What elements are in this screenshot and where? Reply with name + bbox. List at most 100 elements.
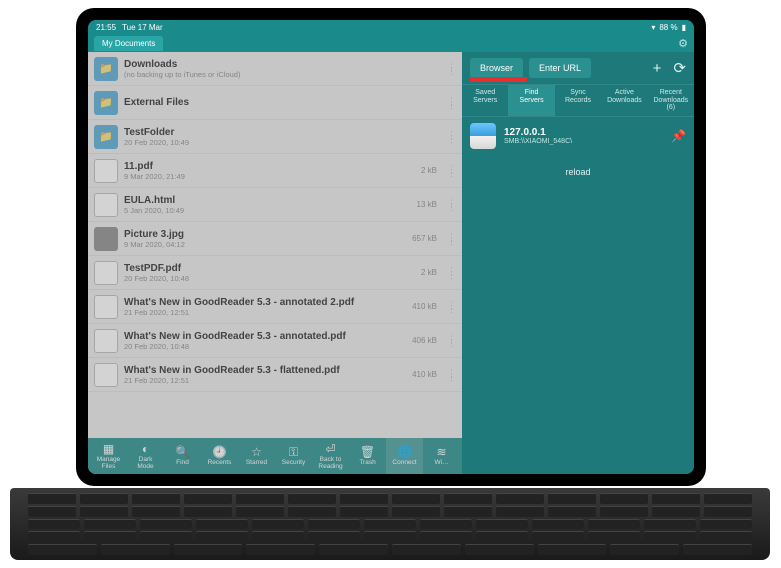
drag-handle-icon[interactable]: ⋮⋮ [447, 99, 456, 107]
file-row[interactable]: What's New in GoodReader 5.3 - flattened… [88, 358, 462, 392]
drag-handle-icon[interactable]: ⋮⋮ [447, 337, 456, 345]
server-row[interactable]: 127.0.0.1 SMB:\\XIAOMI_548C\ 📌 [462, 117, 694, 155]
keyboard-row [28, 519, 752, 530]
file-name: TestFolder [124, 127, 431, 138]
keyboard-key [610, 544, 679, 555]
file-subtitle: 9 Mar 2020, 04:12 [124, 240, 406, 249]
drag-handle-icon[interactable]: ⋮⋮ [447, 201, 456, 209]
toolbar-label: Trash [359, 459, 375, 466]
keyboard-key [236, 506, 284, 517]
star-icon: ☆ [251, 446, 262, 458]
server-title: 127.0.0.1 [504, 127, 663, 138]
toolbar-wi-[interactable]: ≋Wi… [423, 438, 460, 474]
tab-my-documents[interactable]: My Documents [94, 36, 163, 51]
enter-url-button[interactable]: Enter URL [529, 58, 591, 78]
drag-handle-icon[interactable]: ⋮⋮ [447, 371, 456, 379]
keyboard-key [496, 506, 544, 517]
keyboard-key [548, 493, 596, 504]
bottom-toolbar: ▦Manage Files◐Dark Mode🔍Find🕘Recents☆Sta… [88, 438, 462, 474]
drag-handle-icon[interactable]: ⋮⋮ [447, 269, 456, 277]
folder-icon: 📁 [94, 125, 118, 149]
keyboard-key [444, 493, 492, 504]
keyboard-key [319, 544, 388, 555]
drag-handle-icon[interactable]: ⋮⋮ [447, 167, 456, 175]
toolbar-connect[interactable]: 🌐Connect [386, 438, 423, 474]
file-row[interactable]: 11.pdf9 Mar 2020, 21:492 kB⋮⋮ [88, 154, 462, 188]
file-row[interactable]: EULA.html5 Jan 2020, 10:4913 kB⋮⋮ [88, 188, 462, 222]
toolbar-back-to-reading[interactable]: ⏎Back to Reading [312, 438, 349, 474]
file-row[interactable]: What's New in GoodReader 5.3 - annotated… [88, 290, 462, 324]
toolbar-label: Dark Mode [137, 456, 153, 470]
toolbar-find[interactable]: 🔍Find [164, 438, 201, 474]
table-icon: ▦ [103, 443, 114, 455]
keyboard-key [420, 531, 472, 542]
keyboard-key [252, 531, 304, 542]
refresh-icon[interactable]: ⟳ [673, 59, 686, 77]
keyboard-key [644, 519, 696, 530]
toolbar-trash[interactable]: 🗑Trash [349, 438, 386, 474]
tab-recent-downloads[interactable]: Recent Downloads (6) [648, 85, 694, 116]
toolbar-manage-files[interactable]: ▦Manage Files [90, 438, 127, 474]
trash-icon: 🗑 [360, 446, 375, 458]
pin-icon[interactable]: 📌 [671, 129, 686, 143]
file-name: What's New in GoodReader 5.3 - annotated… [124, 331, 406, 342]
keyboard-key [588, 531, 640, 542]
keyboard-key [84, 519, 136, 530]
keyboard-key [340, 493, 388, 504]
toolbar-recents[interactable]: 🕘Recents [201, 438, 238, 474]
file-row[interactable]: 📁 TestFolder20 Feb 2020, 10:49 ⋮⋮ [88, 120, 462, 154]
toolbar-dark-mode[interactable]: ◐Dark Mode [127, 438, 164, 474]
tab-active-downloads[interactable]: Active Downloads [601, 85, 647, 116]
toolbar-label: Starred [246, 459, 267, 466]
file-row[interactable]: 📁Downloads(no backing up to iTunes or iC… [88, 52, 462, 86]
file-row[interactable]: 📁External Files⋮⋮ [88, 86, 462, 120]
document-tab-bar: My Documents ⚙ [88, 34, 694, 52]
keyboard-key [340, 506, 388, 517]
browser-button[interactable]: Browser [470, 58, 523, 78]
document-icon [94, 261, 118, 285]
tab-saved-servers[interactable]: Saved Servers [462, 85, 508, 116]
keyboard-key [392, 544, 461, 555]
highlight-underline [470, 77, 527, 82]
settings-icon[interactable]: ⚙ [678, 37, 688, 50]
keyboard-key [28, 544, 97, 555]
moon-icon: ◐ [142, 443, 149, 455]
file-list[interactable]: 📁Downloads(no backing up to iTunes or iC… [88, 52, 462, 438]
file-subtitle: 9 Mar 2020, 21:49 [124, 172, 415, 181]
keyboard-key [184, 493, 232, 504]
drag-handle-icon[interactable]: ⋮⋮ [447, 303, 456, 311]
reload-button[interactable]: reload [462, 155, 694, 189]
drag-handle-icon[interactable]: ⋮⋮ [447, 65, 456, 73]
keyboard-key [392, 506, 440, 517]
tab-find-servers[interactable]: Find Servers [508, 85, 554, 116]
file-row[interactable]: Picture 3.jpg9 Mar 2020, 04:12657 kB⋮⋮ [88, 222, 462, 256]
keyboard-key [28, 531, 80, 542]
file-name: 11.pdf [124, 161, 415, 172]
tab-sync-records[interactable]: Sync Records [555, 85, 601, 116]
search-icon: 🔍 [175, 446, 190, 458]
file-size: 406 kB [412, 336, 437, 345]
keyboard-key [600, 506, 648, 517]
keyboard-key [196, 519, 248, 530]
file-name: Downloads [124, 59, 431, 70]
keyboard-key [196, 531, 248, 542]
toolbar-security[interactable]: ⚿Security [275, 438, 312, 474]
toolbar-starred[interactable]: ☆Starred [238, 438, 275, 474]
toolbar-label: Security [282, 459, 305, 466]
keyboard-key [288, 506, 336, 517]
keyboard-key [174, 544, 243, 555]
plus-icon[interactable]: + [653, 60, 662, 77]
toolbar-label: Connect [392, 459, 416, 466]
file-row[interactable]: TestPDF.pdf20 Feb 2020, 10:482 kB⋮⋮ [88, 256, 462, 290]
keyboard-key [476, 519, 528, 530]
drag-handle-icon[interactable]: ⋮⋮ [447, 235, 456, 243]
screen: 21:55 Tue 17 Mar ▾ 88 % ▮ My Documents ⚙… [88, 20, 694, 474]
keyboard-key [538, 544, 607, 555]
drag-handle-icon[interactable]: ⋮⋮ [447, 133, 456, 141]
keyboard-key [101, 544, 170, 555]
file-name: What's New in GoodReader 5.3 - annotated… [124, 297, 406, 308]
keyboard-key [532, 531, 584, 542]
keyboard-key [652, 506, 700, 517]
file-row[interactable]: What's New in GoodReader 5.3 - annotated… [88, 324, 462, 358]
file-subtitle: 20 Feb 2020, 10:49 [124, 138, 431, 147]
